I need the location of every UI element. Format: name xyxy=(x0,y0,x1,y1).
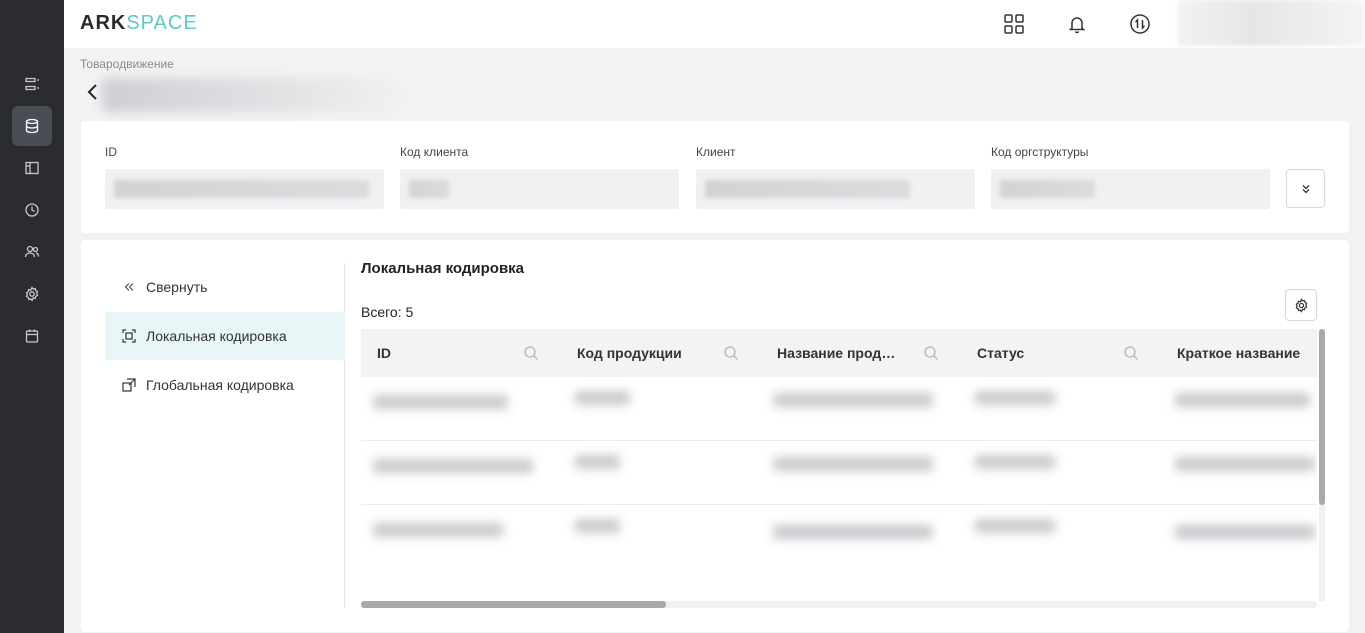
field-label: Код клиента xyxy=(400,145,469,159)
bell-icon xyxy=(1068,17,1086,34)
sync-icon xyxy=(1130,14,1150,34)
rail-item-history[interactable] xyxy=(12,190,52,230)
rail-item-settings[interactable] xyxy=(12,274,52,314)
table-settings-button[interactable] xyxy=(1285,289,1317,321)
table-row[interactable] xyxy=(361,505,1317,551)
page-title xyxy=(102,78,412,112)
clock-icon xyxy=(25,203,39,217)
field-value xyxy=(400,169,679,209)
top-header: ARKSPACE xyxy=(64,0,1365,48)
back-button[interactable] xyxy=(84,82,102,102)
field-value xyxy=(105,169,384,209)
breadcrumb[interactable]: Товародвижение xyxy=(80,57,174,71)
search-icon[interactable] xyxy=(923,345,939,361)
column-header-status[interactable]: Статус xyxy=(961,329,1161,377)
info-panel: ID Код клиента Клиент Код оргструктуры xyxy=(81,121,1349,233)
table-row[interactable] xyxy=(361,377,1317,441)
content-area: Локальная кодировка Всего: 5 ID Код прод… xyxy=(361,260,1325,608)
external-link-icon xyxy=(122,378,136,392)
nav-item-global-encoding[interactable]: Глобальная кодировка xyxy=(105,361,345,409)
rail-item-list[interactable] xyxy=(12,64,52,104)
table-row[interactable] xyxy=(361,441,1317,505)
left-sidebar xyxy=(0,0,64,633)
apps-button[interactable] xyxy=(1002,12,1026,36)
main-panel: Свернуть Локальная кодировка Глобальная … xyxy=(81,240,1349,632)
search-icon[interactable] xyxy=(723,345,739,361)
gear-icon xyxy=(25,286,39,302)
calendar-icon xyxy=(25,329,39,343)
field-id: ID xyxy=(105,145,384,209)
chevrons-left-icon xyxy=(124,283,134,291)
table-body xyxy=(361,377,1317,551)
section-title: Локальная кодировка xyxy=(361,260,525,277)
total-count: Всего: 5 xyxy=(361,304,414,320)
nav-item-label: Глобальная кодировка xyxy=(146,377,294,393)
collapse-label: Свернуть xyxy=(146,279,208,295)
horizontal-scrollbar[interactable] xyxy=(361,601,666,608)
nav-item-local-encoding[interactable]: Локальная кодировка xyxy=(105,312,345,360)
rail-item-layout[interactable] xyxy=(12,148,52,188)
field-value xyxy=(991,169,1270,209)
field-value xyxy=(696,169,975,209)
field-org-code: Код оргструктуры xyxy=(991,145,1270,209)
collapse-button[interactable]: Свернуть xyxy=(105,263,345,311)
gear-icon xyxy=(1295,297,1307,313)
rail-item-database[interactable] xyxy=(12,106,52,146)
apps-grid-icon xyxy=(1004,14,1024,34)
notifications-button[interactable] xyxy=(1065,12,1089,36)
users-icon xyxy=(24,245,40,258)
table-header: ID Код продукции Название продукции Стат… xyxy=(361,329,1317,377)
rail-item-users[interactable] xyxy=(12,232,52,272)
field-client-code: Код клиента xyxy=(400,145,679,209)
section-nav: Свернуть Локальная кодировка Глобальная … xyxy=(105,263,345,608)
field-client: Клиент xyxy=(696,145,975,209)
search-icon[interactable] xyxy=(523,345,539,361)
search-icon[interactable] xyxy=(1123,345,1139,361)
sync-button[interactable] xyxy=(1128,12,1152,36)
column-header-product-name[interactable]: Название продукции xyxy=(761,329,961,377)
list-icon xyxy=(25,77,39,91)
expand-button[interactable] xyxy=(1286,169,1325,208)
field-label: Код оргструктуры xyxy=(991,145,1089,159)
column-header-id[interactable]: ID xyxy=(361,329,561,377)
chevrons-down-icon xyxy=(1302,184,1309,193)
data-table: ID Код продукции Название продукции Стат… xyxy=(361,329,1317,551)
rail-item-calendar[interactable] xyxy=(12,316,52,356)
vertical-scrollbar[interactable] xyxy=(1319,329,1325,505)
app-logo[interactable]: ARKSPACE xyxy=(80,12,198,35)
user-profile[interactable] xyxy=(1178,0,1364,46)
layout-icon xyxy=(25,161,39,175)
column-header-short-name[interactable]: Краткое название xyxy=(1161,329,1317,377)
column-header-product-code[interactable]: Код продукции xyxy=(561,329,761,377)
nav-item-label: Локальная кодировка xyxy=(146,328,287,344)
chevron-left-icon xyxy=(87,84,97,100)
field-label: ID xyxy=(105,145,117,159)
database-icon xyxy=(25,118,39,134)
scan-icon xyxy=(122,329,136,343)
field-label: Клиент xyxy=(696,145,736,159)
